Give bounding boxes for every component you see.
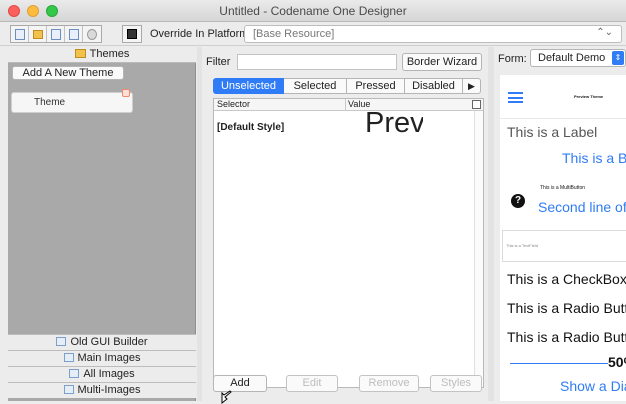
- tab-all-images-label: All Images: [83, 368, 135, 380]
- theme-item-label: Theme: [34, 97, 66, 108]
- tab-disabled[interactable]: Disabled: [405, 78, 463, 94]
- style-buttons: Add Edit Remove Styles: [213, 375, 483, 404]
- new-file-button[interactable]: [11, 26, 29, 42]
- remove-button[interactable]: Remove: [359, 375, 419, 392]
- filter-label: Filter: [206, 56, 231, 68]
- preview-textfield-hint: This is a TextField: [506, 243, 538, 248]
- preview-multibutton-line1: This is a MultiButton: [540, 185, 586, 191]
- chevron-updown-icon: ⌃⌄: [596, 27, 613, 38]
- form-label: Form:: [498, 53, 527, 65]
- left-splitter[interactable]: [197, 47, 202, 401]
- preview-panel: Form: Default Demo ⇕ Preview Theme This …: [494, 47, 626, 401]
- edit-button[interactable]: [65, 26, 83, 42]
- row-selector-cell: [Default Style]: [217, 122, 285, 133]
- tab-all-images[interactable]: All Images: [8, 366, 196, 382]
- preview-label: This is a Label: [507, 124, 598, 140]
- table-scrollbar[interactable]: [474, 111, 483, 387]
- left-panel: Themes Add A New Theme Theme Old GUI Bui…: [8, 47, 196, 401]
- platform-select[interactable]: [Base Resource] ⌃⌄: [244, 25, 622, 43]
- title-bar: Untitled - Codename One Designer: [0, 0, 626, 22]
- theme-badge-icon: [122, 89, 130, 97]
- preview-radio-2[interactable]: This is a Radio Button: [507, 329, 626, 345]
- help-icon: ?: [511, 194, 525, 208]
- tab-pressed[interactable]: Pressed: [347, 78, 405, 94]
- theme-item[interactable]: Theme: [11, 89, 133, 113]
- override-platform-label: Override In Platform:: [150, 28, 252, 40]
- open-button[interactable]: [29, 26, 47, 42]
- preview-checkbox[interactable]: This is a CheckBox: [507, 271, 626, 287]
- settings-icon: [87, 28, 97, 40]
- preview-slider-track[interactable]: [510, 363, 608, 364]
- toolbar-button-group: [10, 25, 102, 43]
- preview-textfield[interactable]: This is a TextField: [502, 230, 626, 262]
- toolbar: Override In Platform: [Base Resource] ⌃⌄: [0, 22, 626, 46]
- styles-button[interactable]: Styles: [430, 375, 482, 392]
- chevron-updown-icon: ⇕: [612, 51, 624, 65]
- tab-selected[interactable]: Selected: [284, 78, 347, 94]
- preview-slider-value: 50%: [608, 354, 626, 370]
- save-icon: [50, 28, 61, 40]
- images-icon: [69, 369, 80, 378]
- preview-multibutton-line2[interactable]: Second line of text: [538, 199, 626, 215]
- mouse-cursor-icon: [221, 390, 232, 404]
- state-tabs: Unselected Selected Pressed Disabled ▶: [213, 78, 481, 94]
- theme-preview: Preview Theme This is a Label This is a …: [500, 75, 626, 401]
- tab-main-images-label: Main Images: [77, 352, 141, 364]
- images-icon: [63, 353, 74, 362]
- style-editor-panel: Filter Border Wizard Unselected Selected…: [203, 47, 487, 404]
- tab-themes-label: Themes: [89, 48, 130, 60]
- form-select[interactable]: Default Demo ⇕: [530, 49, 626, 67]
- row-value-preview: Preview: [365, 108, 423, 138]
- column-header-selector[interactable]: Selector: [217, 99, 250, 109]
- tab-main-images[interactable]: Main Images: [8, 350, 196, 366]
- table-header: Selector Value: [214, 99, 483, 111]
- preview-button[interactable]: [122, 25, 142, 43]
- preview-toolbar-title: Preview Theme: [574, 94, 604, 99]
- tabs-more-arrow-icon[interactable]: ▶: [463, 78, 481, 94]
- designer-window: Untitled - Codename One Designer Overrid…: [0, 0, 626, 404]
- preview-toolbar: Preview Theme: [500, 75, 626, 119]
- preview-icon: [127, 29, 137, 39]
- hamburger-menu-icon[interactable]: [508, 92, 523, 103]
- tab-old-gui-builder[interactable]: Old GUI Builder: [8, 334, 196, 350]
- tab-themes[interactable]: Themes: [8, 47, 196, 63]
- platform-select-value: [Base Resource]: [253, 28, 335, 40]
- style-table: Selector Value [Default Style] Preview: [213, 98, 484, 388]
- new-file-icon: [14, 28, 25, 40]
- tab-multi-images[interactable]: Multi-Images: [8, 382, 196, 398]
- window-title: Untitled - Codename One Designer: [219, 4, 407, 18]
- preview-show-dialog-button[interactable]: Show a Dialog: [560, 378, 626, 394]
- left-bottom-tabs: Old GUI Builder Main Images All Images M…: [8, 334, 196, 398]
- edit-icon: [68, 28, 79, 40]
- edit-button[interactable]: Edit: [286, 375, 338, 392]
- open-folder-icon: [32, 29, 43, 39]
- themes-icon: [74, 49, 86, 58]
- gui-builder-icon: [56, 337, 67, 346]
- preview-radio-1[interactable]: This is a Radio Button: [507, 300, 626, 316]
- tab-old-gui-builder-label: Old GUI Builder: [70, 336, 148, 348]
- preview-button-sample[interactable]: This is a Button: [562, 150, 626, 166]
- border-wizard-button[interactable]: Border Wizard: [402, 53, 482, 71]
- tab-unselected[interactable]: Unselected: [213, 78, 284, 94]
- save-button[interactable]: [47, 26, 65, 42]
- filter-input[interactable]: [237, 54, 397, 70]
- tab-multi-images-label: Multi-Images: [77, 384, 141, 396]
- settings-button[interactable]: [83, 26, 101, 42]
- add-new-theme-button[interactable]: Add A New Theme: [12, 66, 124, 80]
- column-chooser-icon[interactable]: [472, 100, 481, 109]
- images-icon: [63, 385, 74, 394]
- form-select-value: Default Demo: [538, 52, 606, 64]
